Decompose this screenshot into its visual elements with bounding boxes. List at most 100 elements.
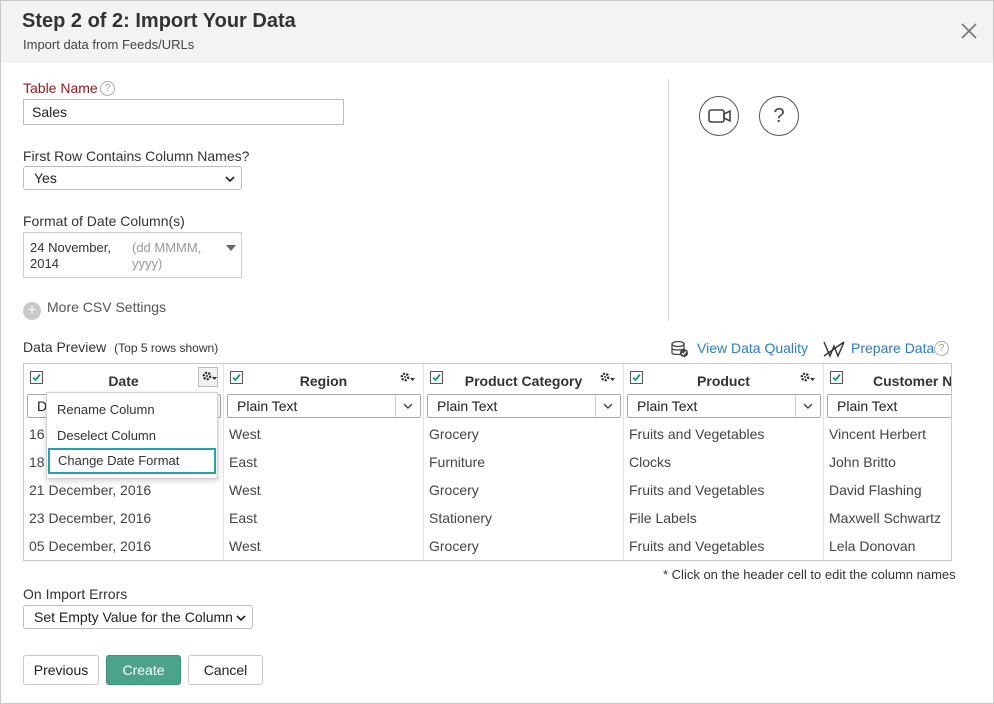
import-errors-select[interactable]: Set Empty Value for the Column	[23, 605, 253, 629]
video-button[interactable]	[699, 96, 739, 136]
chevron-down-icon	[236, 615, 246, 622]
column-checkbox[interactable]	[830, 371, 843, 384]
column-region: Region Plain Text West East West East We…	[224, 364, 424, 560]
table-cell: Maxwell Schwartz	[829, 510, 942, 526]
column-gear-button[interactable]	[198, 367, 218, 387]
table-name-help-icon[interactable]: ?	[100, 81, 115, 96]
table-cell: Grocery	[429, 482, 479, 498]
close-icon[interactable]	[959, 21, 979, 41]
checkmark-icon	[832, 373, 841, 382]
help-icon: ?	[773, 105, 785, 127]
column-type-select[interactable]: Plain Text	[627, 394, 821, 418]
column-header[interactable]: Product	[624, 364, 823, 396]
column-header[interactable]: Product Category	[424, 364, 623, 396]
table-cell: 05 December, 2016	[29, 538, 152, 554]
table-cell: Lela Donovan	[829, 538, 916, 554]
table-cell: File Labels	[629, 510, 697, 526]
create-button[interactable]: Create	[106, 655, 181, 685]
table-cell: 18	[29, 454, 45, 470]
table-cell: Fruits and Vegetables	[629, 538, 765, 554]
date-format-value-line2: 2014	[30, 256, 59, 271]
data-preview-subtitle: (Top 5 rows shown)	[114, 341, 219, 355]
database-check-icon	[671, 340, 688, 357]
table-cell: Grocery	[429, 538, 479, 554]
table-cell: Fruits and Vegetables	[629, 426, 765, 442]
table-cell: Fruits and Vegetables	[629, 482, 765, 498]
gear-icon	[202, 371, 217, 381]
column-type-value: Plain Text	[237, 398, 298, 414]
select-separator	[795, 395, 796, 417]
column-name: Region	[299, 373, 348, 389]
chevron-down-icon	[803, 403, 813, 409]
select-separator	[595, 395, 596, 417]
import-errors-value: Set Empty Value for the Column	[34, 609, 233, 625]
import-errors-label: On Import Errors	[23, 586, 128, 602]
date-format-value-line1: 24 November,	[30, 240, 111, 255]
date-format-hint-line2: yyyy)	[132, 256, 163, 271]
column-customer-name: Customer Na Plain Text Vincent Herbert J…	[824, 364, 952, 560]
table-name-input[interactable]: Sales	[23, 99, 344, 125]
table-cell: John Britto	[829, 454, 896, 470]
table-cell: David Flashing	[829, 482, 922, 498]
table-cell: Stationery	[429, 510, 493, 526]
column-type-select[interactable]: Plain Text	[427, 394, 621, 418]
table-cell: 16	[29, 426, 45, 442]
menu-item-change-date-format[interactable]: Change Date Format	[48, 448, 216, 474]
menu-item-rename-column[interactable]: Rename Column	[48, 397, 216, 423]
chevron-down-icon	[225, 176, 235, 183]
column-product: Product Plain Text Fruits and Vegetables…	[624, 364, 824, 560]
table-cell: West	[229, 426, 261, 442]
data-preview-title: Data Preview (Top 5 rows shown)	[23, 339, 218, 355]
column-name: Product Category	[464, 373, 583, 389]
table-cell: East	[229, 510, 258, 526]
first-row-select[interactable]: Yes	[23, 166, 242, 190]
previous-button[interactable]: Previous	[23, 655, 99, 685]
table-cell: Clocks	[629, 454, 672, 470]
prepare-data-icon	[823, 341, 845, 358]
column-name: Product	[697, 373, 750, 389]
date-format-select[interactable]: 24 November, 2014 (dd MMMM, yyyy)	[23, 232, 242, 278]
gear-icon[interactable]	[598, 370, 616, 386]
date-format-label: Format of Date Column(s)	[23, 213, 185, 229]
more-csv-label: More CSV Settings	[47, 299, 167, 315]
dialog-header: Step 2 of 2: Import Your Data Import dat…	[1, 1, 993, 63]
help-button[interactable]: ?	[759, 96, 799, 136]
table-cell: Furniture	[429, 454, 486, 470]
date-format-hint-line1: (dd MMMM,	[132, 240, 202, 255]
data-preview-title-text: Data Preview	[23, 339, 107, 355]
table-cell: 21 December, 2016	[29, 482, 152, 498]
video-icon	[708, 109, 731, 123]
plus-icon: +	[23, 302, 41, 320]
first-row-value: Yes	[34, 170, 57, 186]
cancel-button[interactable]: Cancel	[188, 655, 263, 685]
import-dialog: Step 2 of 2: Import Your Data Import dat…	[0, 0, 994, 704]
select-separator	[395, 395, 396, 417]
column-product-category: Product Category Plain Text Grocery Furn…	[424, 364, 624, 560]
gear-icon[interactable]	[798, 370, 816, 386]
table-cell: Grocery	[429, 426, 479, 442]
table-cell: West	[229, 482, 261, 498]
column-context-menu: Rename Column Deselect Column Change Dat…	[46, 392, 218, 479]
chevron-down-icon	[603, 403, 613, 409]
caret-down-icon	[226, 245, 236, 251]
table-cell: East	[229, 454, 258, 470]
prepare-data-link[interactable]: Prepare Data	[851, 340, 934, 356]
gear-icon[interactable]	[398, 370, 416, 386]
vertical-divider	[668, 79, 669, 321]
column-name: Customer Na	[873, 373, 952, 389]
column-name: Date	[108, 373, 139, 389]
prepare-data-help-icon[interactable]: ?	[934, 341, 949, 356]
view-data-quality-link[interactable]: View Data Quality	[697, 340, 808, 356]
dialog-subtitle: Import data from Feeds/URLs	[23, 37, 195, 52]
menu-item-deselect-column[interactable]: Deselect Column	[48, 423, 216, 449]
column-type-select[interactable]: Plain Text	[827, 394, 951, 418]
column-header[interactable]: Customer Na	[824, 364, 952, 396]
more-csv-settings[interactable]: + More CSV Settings	[23, 299, 166, 320]
column-header[interactable]: Region	[224, 364, 423, 396]
column-type-select[interactable]: Plain Text	[227, 394, 421, 418]
table-name-label: Table Name	[23, 80, 98, 96]
table-cell: West	[229, 538, 261, 554]
column-type-value: Plain Text	[437, 398, 498, 414]
table-cell: Vincent Herbert	[829, 426, 927, 442]
dialog-title: Step 2 of 2: Import Your Data	[22, 10, 296, 32]
